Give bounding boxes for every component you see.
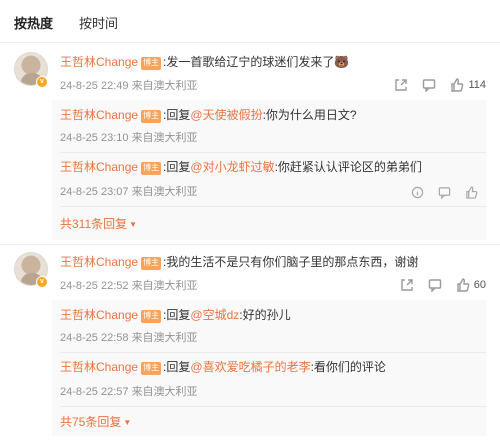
reply-list: 王哲林Change 博主:回复@天使被假扮:你为什么用日文? 24-8-25 23… (52, 100, 486, 240)
reply-meta: 24-8-25 23:07 来自澳大利亚 (60, 184, 198, 200)
comment-meta: 24-8-25 22:49 来自澳大利亚 (60, 78, 198, 94)
reply-list: 王哲林Change 博主:回复@空城dz:好的孙儿 24-8-25 22:58 来… (52, 300, 486, 436)
comment-text: :发一首歌给辽宁的球迷们发来了 (163, 55, 335, 69)
info-icon (411, 186, 424, 199)
reply-text: :你为什么用日文? (262, 108, 357, 122)
reply-username-link[interactable]: 王哲林Change (60, 308, 138, 322)
comment-line: 王哲林Change 博主:我的生活不是只有你们脑子里的那点东西，谢谢 (60, 253, 418, 271)
thumbs-up-icon (466, 186, 478, 199)
like-button[interactable]: 114 (450, 78, 486, 92)
comment-divider (0, 244, 500, 245)
timestamp: 24-8-25 22:52 (60, 280, 129, 292)
reply-line: 王哲林Change 博主:回复@空城dz:好的孙儿 (60, 306, 291, 324)
location: 来自澳大利亚 (131, 132, 198, 144)
location: 来自澳大利亚 (131, 186, 198, 198)
author-badge: 博主 (141, 257, 162, 270)
reply-comment-button[interactable] (438, 186, 451, 199)
tabs-divider (0, 42, 500, 43)
comment-text: :我的生活不是只有你们脑子里的那点东西，谢谢 (163, 255, 419, 269)
reply-prefix: :回复 (163, 160, 191, 174)
reply-button[interactable] (428, 278, 442, 292)
author-badge: 博主 (141, 310, 162, 323)
thumbs-up-icon (451, 78, 464, 92)
mention-link[interactable]: @天使被假扮 (190, 108, 262, 122)
reply-actions (397, 186, 478, 199)
like-button[interactable]: 60 (456, 278, 486, 292)
tab-by-time[interactable]: 按时间 (79, 14, 118, 34)
comment-actions: 114 (380, 78, 486, 92)
verified-badge-icon: v (36, 276, 48, 288)
reply-text: :好的孙儿 (239, 308, 291, 322)
caret-down-icon: ▼ (129, 220, 138, 229)
author-badge: 博主 (141, 110, 162, 123)
thumbs-up-icon (457, 278, 470, 292)
reply-meta: 24-8-25 22:57 来自澳大利亚 (60, 384, 198, 400)
reply-username-link[interactable]: 王哲林Change (60, 360, 138, 374)
reply-line: 王哲林Change 博主:回复@天使被假扮:你为什么用日文? (60, 106, 357, 124)
reply-divider (60, 206, 486, 207)
share-button[interactable] (394, 78, 408, 92)
author-badge: 博主 (141, 362, 162, 375)
mention-link[interactable]: @喜欢爱吃橘子的老李 (190, 360, 310, 374)
comment-icon (423, 79, 436, 92)
caret-down-icon: ▼ (123, 418, 132, 427)
reply-username-link[interactable]: 王哲林Change (60, 108, 138, 122)
reply-username-link[interactable]: 王哲林Change (60, 160, 138, 174)
timestamp: 24-8-25 23:10 (60, 132, 129, 144)
view-more-replies-link[interactable]: 共75条回复 ▼ (60, 414, 131, 431)
timestamp: 24-8-25 22:58 (60, 332, 129, 344)
mention-link[interactable]: @空城dz (190, 308, 239, 322)
share-icon (401, 279, 413, 291)
reply-line: 王哲林Change 博主:回复@对小龙虾过敏:你赶紧认认评论区的弟弟们 (60, 158, 422, 176)
location: 来自澳大利亚 (131, 280, 198, 292)
more-replies-label: 共75条回复 (60, 415, 122, 429)
username-link[interactable]: 王哲林Change (60, 55, 138, 69)
reply-meta: 24-8-25 22:58 来自澳大利亚 (60, 330, 198, 346)
username-link[interactable]: 王哲林Change (60, 255, 138, 269)
share-button[interactable] (400, 278, 414, 292)
comment-actions: 60 (386, 278, 486, 292)
reply-text: :你赶紧认认评论区的弟弟们 (274, 160, 422, 174)
comment-meta: 24-8-25 22:52 来自澳大利亚 (60, 278, 198, 294)
like-count: 114 (468, 79, 486, 91)
sort-tabs: 按热度 按时间 (14, 14, 144, 34)
reply-divider (60, 352, 486, 353)
timestamp: 24-8-25 23:07 (60, 186, 129, 198)
reply-button[interactable] (422, 78, 436, 92)
timestamp: 24-8-25 22:57 (60, 386, 129, 398)
more-replies-label: 共311条回复 (60, 217, 128, 231)
reply-like-button[interactable] (465, 186, 478, 199)
timestamp: 24-8-25 22:49 (60, 80, 129, 92)
view-more-replies-link[interactable]: 共311条回复 ▼ (60, 216, 137, 233)
location: 来自澳大利亚 (131, 332, 198, 344)
reply-info-button[interactable] (411, 186, 424, 199)
reply-prefix: :回复 (163, 108, 191, 122)
verified-badge-icon: v (36, 76, 48, 88)
tab-by-popularity[interactable]: 按热度 (14, 14, 53, 34)
comment-icon (428, 279, 441, 292)
reply-line: 王哲林Change 博主:回复@喜欢爱吃橘子的老李:看你们的评论 (60, 358, 386, 376)
mention-link[interactable]: @对小龙虾过敏 (190, 160, 274, 174)
share-icon (395, 79, 408, 91)
emoji: 🐻 (334, 55, 350, 69)
author-badge: 博主 (141, 162, 162, 175)
comment-line: 王哲林Change 博主:发一首歌给辽宁的球迷们发来了🐻 (60, 53, 349, 71)
author-badge: 博主 (141, 57, 162, 70)
location: 来自澳大利亚 (131, 80, 198, 92)
reply-divider (60, 406, 486, 407)
comment-icon (438, 187, 451, 199)
like-count: 60 (473, 279, 486, 291)
reply-divider (60, 152, 486, 153)
reply-prefix: :回复 (163, 308, 191, 322)
reply-meta: 24-8-25 23:10 来自澳大利亚 (60, 130, 198, 146)
reply-prefix: :回复 (163, 360, 191, 374)
reply-text: :看你们的评论 (310, 360, 386, 374)
location: 来自澳大利亚 (131, 386, 198, 398)
